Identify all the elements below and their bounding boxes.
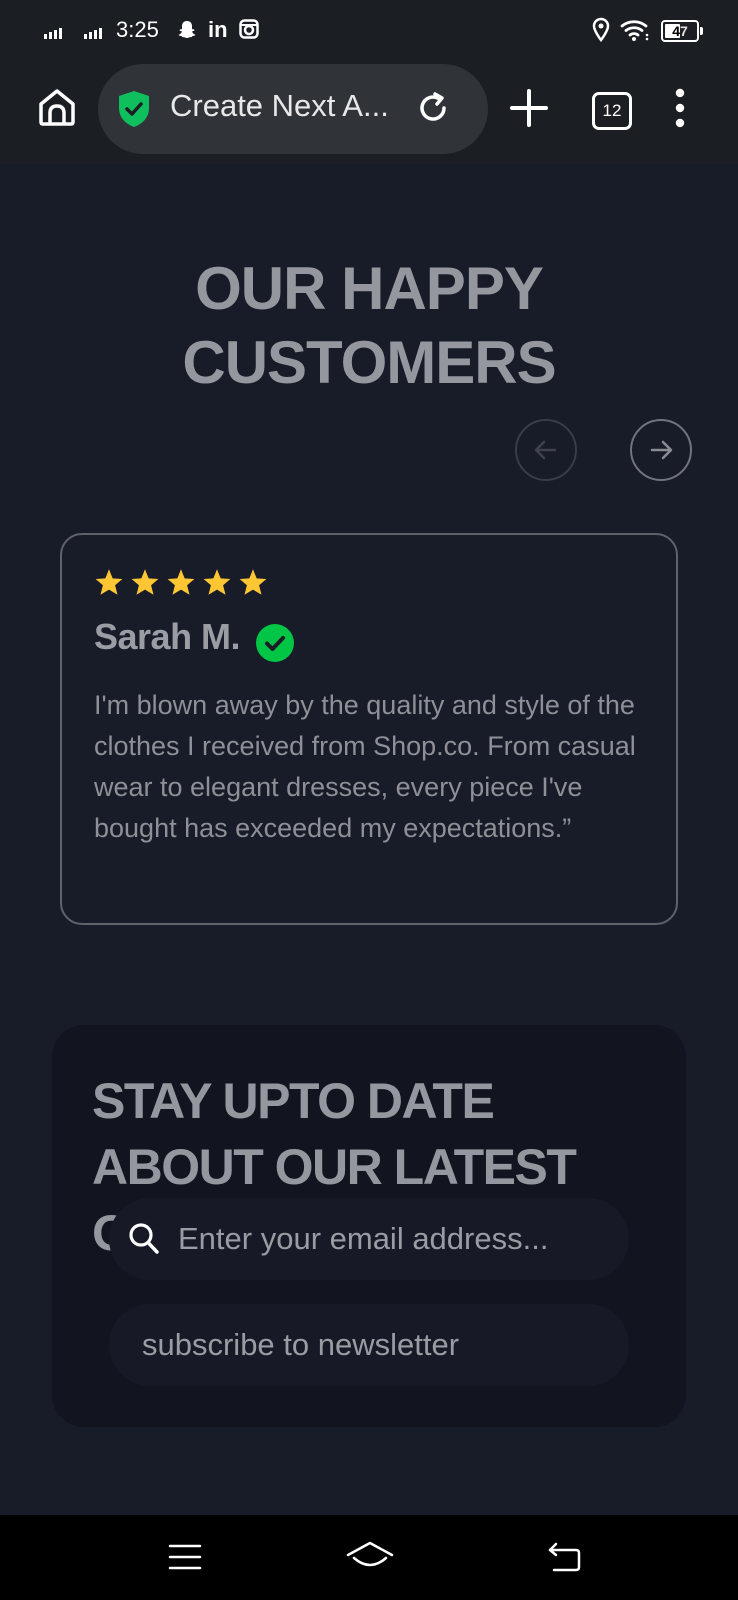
snapchat-icon bbox=[178, 21, 196, 38]
email-input[interactable] bbox=[178, 1214, 618, 1264]
tab-count-button[interactable]: 12 bbox=[592, 92, 632, 130]
shield-check-icon bbox=[119, 91, 149, 127]
heading-line-1: OUR HAPPY bbox=[195, 255, 544, 322]
battery-icon: 47 bbox=[661, 20, 703, 42]
testimonials-heading: OUR HAPPY CUSTOMERS bbox=[0, 252, 738, 400]
arrow-left-icon bbox=[534, 440, 557, 460]
battery-level: 47 bbox=[672, 23, 688, 39]
verified-badge-icon bbox=[256, 624, 294, 662]
new-tab-icon[interactable] bbox=[510, 89, 548, 127]
previous-review-button[interactable] bbox=[515, 419, 577, 481]
star-icon bbox=[203, 569, 231, 595]
star-icon bbox=[131, 569, 159, 595]
status-time: 3:25 bbox=[116, 17, 159, 42]
star-icon bbox=[95, 569, 123, 595]
home-icon[interactable] bbox=[36, 86, 78, 128]
star-rating bbox=[94, 568, 268, 596]
linkedin-icon: in bbox=[208, 17, 228, 42]
instagram-icon bbox=[239, 19, 259, 39]
signal-strength-2-icon bbox=[84, 28, 102, 39]
star-icon bbox=[239, 569, 267, 595]
signal-strength-icon bbox=[44, 28, 62, 39]
next-review-button[interactable] bbox=[630, 419, 692, 481]
more-menu-icon[interactable] bbox=[674, 88, 686, 128]
location-icon bbox=[592, 17, 610, 43]
recent-apps-icon[interactable] bbox=[168, 1542, 202, 1572]
back-icon[interactable] bbox=[546, 1540, 582, 1574]
arrow-right-icon bbox=[650, 440, 673, 460]
wifi-icon bbox=[620, 20, 649, 41]
review-text: I'm blown away by the quality and style … bbox=[94, 690, 636, 843]
subscribe-button[interactable]: subscribe to newsletter bbox=[109, 1304, 629, 1386]
reload-icon[interactable] bbox=[416, 91, 450, 125]
heading-line-2: CUSTOMERS bbox=[182, 329, 556, 396]
reviewer-name: Sarah M. bbox=[94, 616, 241, 657]
star-icon bbox=[167, 569, 195, 595]
search-icon bbox=[129, 1223, 159, 1254]
system-home-icon[interactable] bbox=[346, 1540, 394, 1574]
page-title[interactable]: Create Next A... bbox=[170, 88, 400, 124]
